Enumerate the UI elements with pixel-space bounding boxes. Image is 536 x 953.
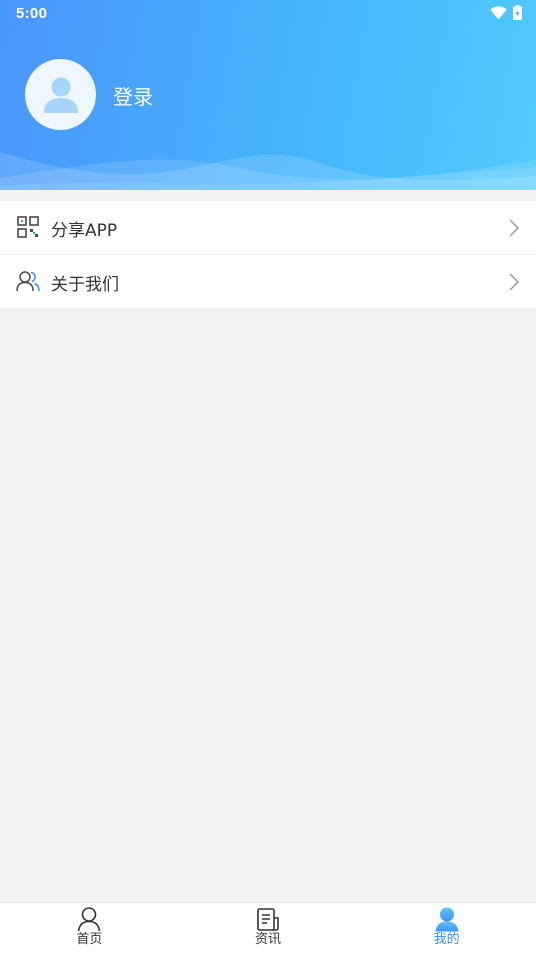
tab-label: 资讯 [255, 932, 282, 947]
header-waves-decoration [0, 152, 536, 190]
tab-label: 首页 [76, 932, 103, 947]
person-outline-icon [78, 907, 101, 932]
tab-label: 我的 [433, 932, 460, 947]
avatar[interactable] [25, 59, 96, 130]
news-icon [257, 908, 279, 931]
status-time: 5:00 [16, 5, 48, 22]
profile-header: 5:00 登录 [0, 0, 536, 190]
login-link[interactable]: 登录 [113, 81, 153, 110]
status-icons [490, 5, 522, 20]
chevron-right-icon [509, 219, 520, 237]
status-bar: 5:00 [0, 0, 536, 28]
person-filled-icon [435, 907, 459, 932]
menu-item-label: 关于我们 [51, 275, 119, 295]
chevron-right-icon [509, 273, 520, 291]
bottom-tab-bar: 首页 资讯 我的 [0, 902, 536, 953]
user-avatar-icon [43, 77, 78, 113]
tab-mine[interactable]: 我的 [357, 903, 536, 953]
settings-menu: 分享APP 关于我们 [0, 201, 536, 308]
users-icon [16, 271, 40, 292]
qr-code-icon [17, 216, 39, 238]
tab-home[interactable]: 首页 [0, 903, 179, 953]
battery-charging-icon [513, 5, 522, 20]
tab-news[interactable]: 资讯 [179, 903, 358, 953]
menu-item-share-app[interactable]: 分享APP [0, 201, 536, 254]
wifi-icon [490, 5, 507, 20]
menu-item-label: 分享APP [51, 221, 118, 241]
menu-item-about-us[interactable]: 关于我们 [0, 254, 536, 308]
